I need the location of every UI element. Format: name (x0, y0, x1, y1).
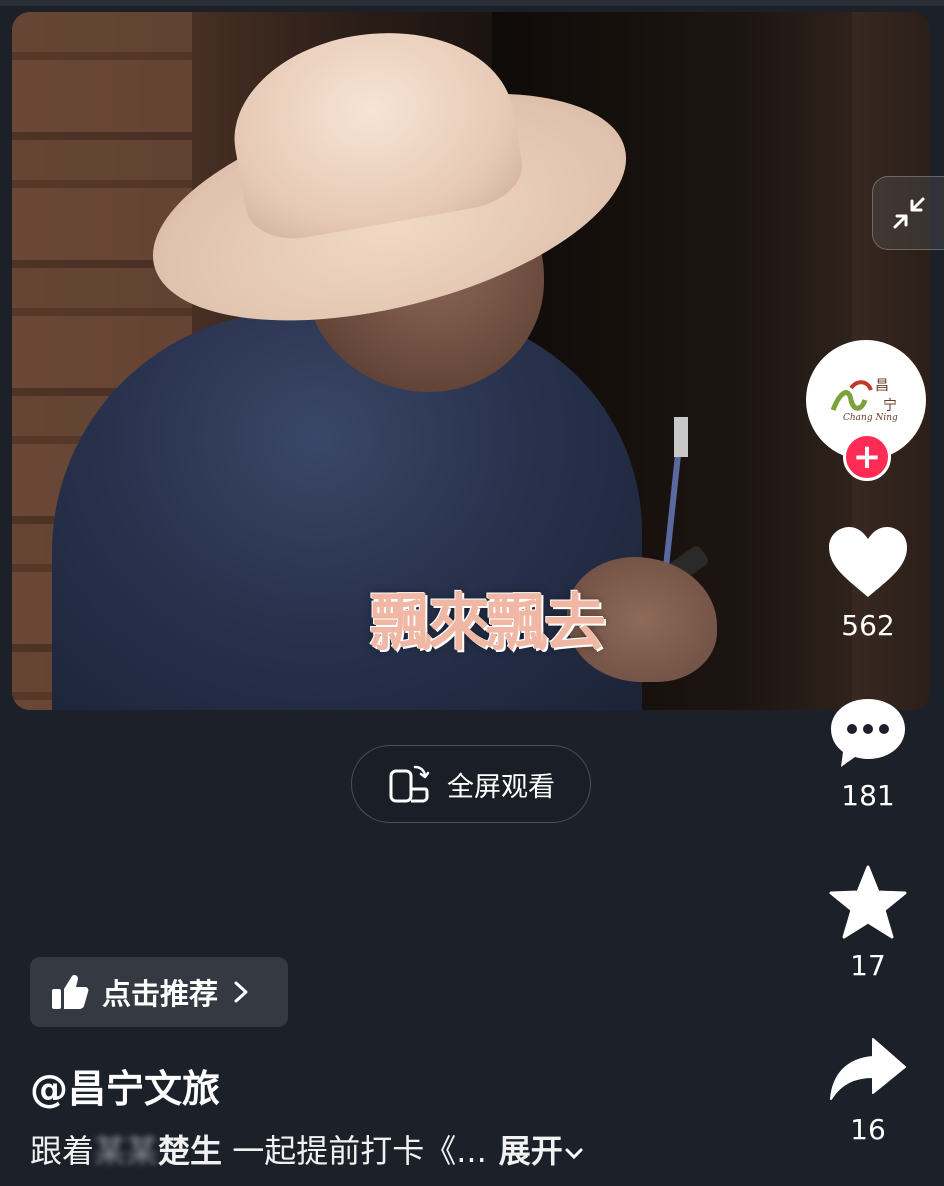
comment-button[interactable]: 181 (820, 695, 916, 812)
share-count: 16 (850, 1113, 886, 1146)
recommend-button[interactable]: 点击推荐 (30, 957, 288, 1027)
follow-button[interactable]: + (843, 433, 891, 481)
logo-latin: Chang Ning (843, 413, 898, 423)
favorite-button[interactable]: 17 (820, 865, 916, 982)
collapse-button[interactable] (872, 176, 944, 250)
share-arrow-icon (830, 1038, 906, 1100)
expand-button[interactable]: 展开 (499, 1132, 585, 1170)
desc-rest: 一起提前打卡《... (222, 1132, 487, 1170)
changning-logo-icon: 昌 Chang Ning 宁 (830, 378, 898, 423)
collapse-icon (893, 197, 925, 229)
chevron-down-icon (565, 1148, 583, 1160)
plus-icon: + (852, 437, 882, 477)
chevron-right-icon (234, 981, 248, 1003)
fullscreen-button[interactable]: 全屏观看 (351, 745, 591, 823)
comment-count: 181 (841, 779, 895, 812)
video-player[interactable]: 飄來飄去 (12, 12, 930, 710)
desc-blurred-name: 某某 (94, 1132, 159, 1170)
thumbs-up-icon (52, 975, 89, 1009)
recommend-label: 点击推荐 (102, 977, 219, 1011)
logo-char-bottom: 宁 (883, 397, 897, 414)
fullscreen-label: 全屏观看 (447, 771, 555, 803)
heart-icon (829, 527, 907, 597)
expand-label: 展开 (498, 1132, 563, 1170)
share-button[interactable]: 16 (820, 1035, 916, 1146)
rotate-screen-icon (389, 765, 430, 803)
author-handle[interactable]: @昌宁文旅 (30, 1058, 220, 1113)
like-count: 562 (841, 609, 895, 642)
desc-prefix: 跟着 (30, 1132, 95, 1170)
top-edge (0, 0, 944, 6)
logo-char-top: 昌 (875, 378, 889, 394)
star-icon (829, 865, 907, 939)
video-subtitle: 飄來飄去 (369, 586, 606, 659)
favorite-count: 17 (850, 949, 886, 982)
desc-name: 楚生 (158, 1132, 223, 1170)
like-button[interactable]: 562 (820, 525, 916, 642)
video-description[interactable]: 跟着某某楚生 一起提前打卡《... 展开 (30, 1126, 585, 1172)
comment-bubble-icon (831, 699, 905, 767)
